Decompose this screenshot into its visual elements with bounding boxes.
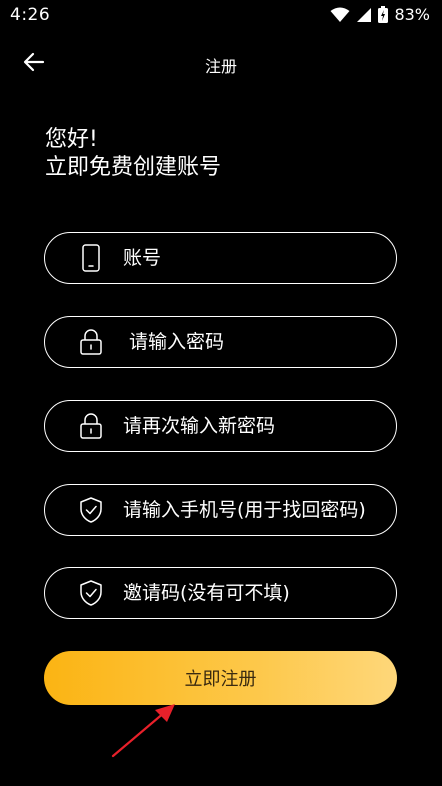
greeting: 您好! 立即免费创建账号 [45, 126, 221, 182]
phone-number-input[interactable] [123, 485, 396, 535]
greeting-hello: 您好! [45, 127, 98, 152]
phone-icon [79, 244, 103, 272]
lock-icon [79, 412, 103, 440]
status-time: 4:26 [10, 5, 51, 25]
account-input[interactable] [123, 233, 396, 283]
battery-icon [378, 6, 389, 23]
register-button[interactable]: 立即注册 [44, 651, 397, 705]
account-field[interactable] [44, 232, 397, 284]
shield-check-icon [79, 579, 103, 607]
confirm-password-field[interactable] [44, 400, 397, 452]
signal-icon [356, 7, 372, 23]
battery-percent: 83% [394, 5, 430, 24]
shield-check-icon [79, 496, 103, 524]
greeting-subtitle: 立即免费创建账号 [45, 155, 222, 180]
wifi-icon [330, 7, 350, 23]
invite-code-input[interactable] [123, 568, 396, 618]
register-button-label: 立即注册 [184, 669, 257, 690]
status-icons: 83% [330, 5, 430, 24]
status-bar: 4:26 83% [0, 0, 442, 32]
app-header: 注册 [0, 40, 442, 88]
annotation-arrow-icon [111, 704, 175, 758]
confirm-password-input[interactable] [123, 401, 396, 451]
page-title: 注册 [204, 57, 237, 76]
lock-icon [79, 328, 103, 356]
password-input[interactable] [129, 317, 396, 367]
password-field[interactable] [44, 316, 397, 368]
phone-number-field[interactable] [44, 484, 397, 536]
invite-code-field[interactable] [44, 567, 397, 619]
